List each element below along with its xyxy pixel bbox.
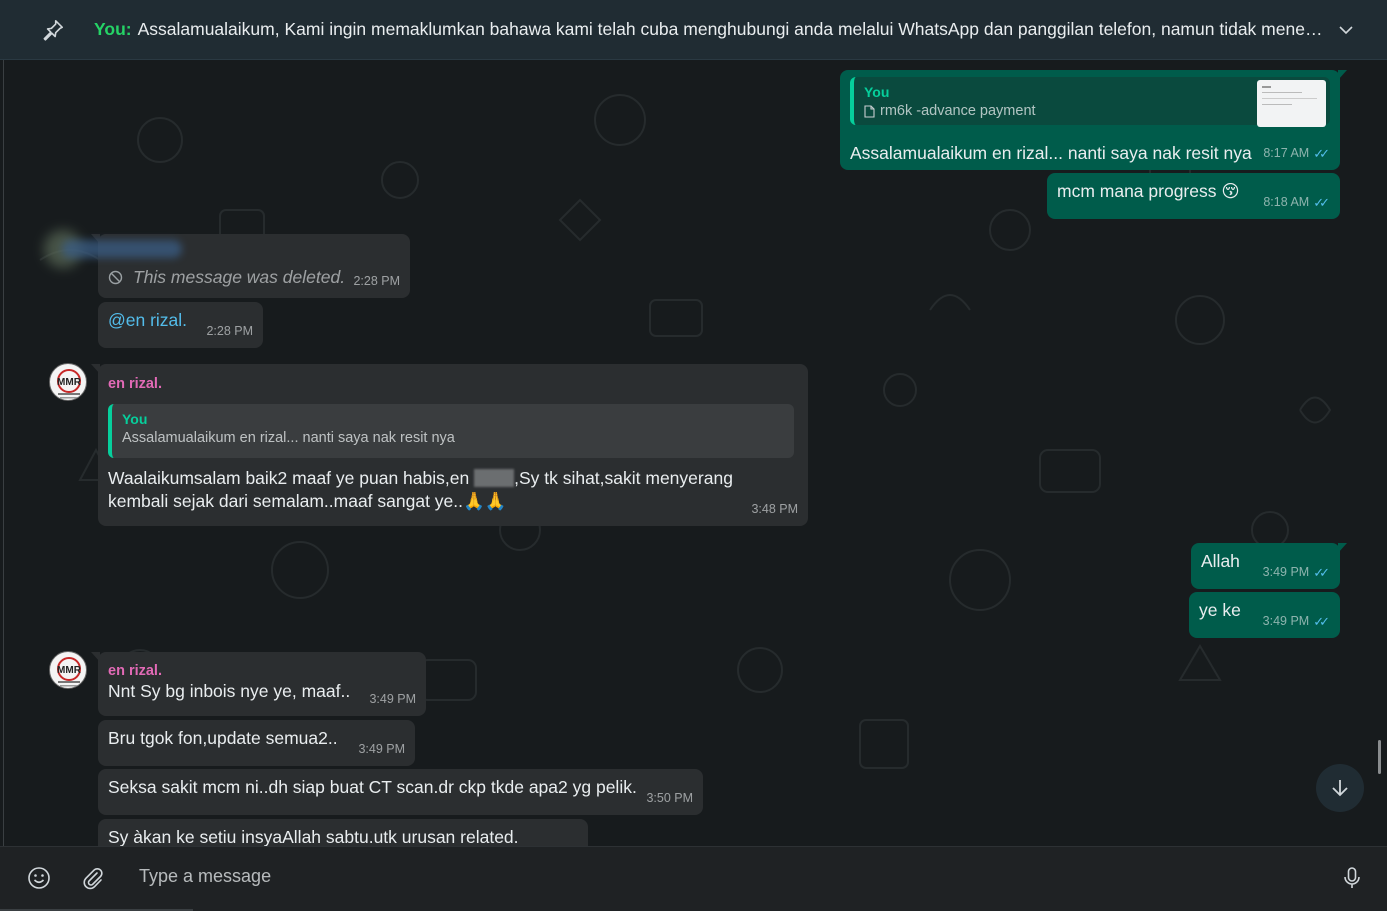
message-text: Waalaikumsalam baik2 maaf ye puan habis,… — [108, 467, 798, 513]
chevron-down-icon[interactable] — [1336, 20, 1356, 40]
message-outgoing[interactable]: mcm mana progress 😚 8:18 AM ✓✓ — [1047, 173, 1340, 219]
bubble-tail — [91, 652, 100, 662]
deleted-row: This message was deleted. — [108, 266, 345, 289]
blocked-icon — [108, 270, 123, 285]
message-composer: Type a message — [0, 846, 1387, 911]
message-time: 2:28 PM — [206, 324, 253, 338]
message-time: 3:50 PM — [646, 791, 693, 805]
quoted-text: Assalamualaikum en rizal... nanti saya n… — [122, 430, 455, 446]
message-meta: 3:50 PM — [646, 787, 693, 810]
message-meta: 3:49 PM — [369, 688, 416, 711]
message-text: Assalamualaikum en rizal... nanti saya n… — [850, 143, 1252, 163]
message-outgoing[interactable]: You rm6k -advance payment Assalamualaiku… — [840, 70, 1347, 170]
sender-name[interactable]: en rizal. — [108, 375, 162, 393]
message-list[interactable]: You rm6k -advance payment Assalamualaiku… — [0, 60, 1387, 846]
message-incoming[interactable]: Seksa sakit mcm ni..dh siap buat CT scan… — [98, 769, 703, 815]
message-time: 3:49 PM — [369, 692, 416, 706]
message-incoming[interactable]: Bru tgok fon,update semua2.. 3:49 PM — [98, 720, 415, 766]
pinned-message-bar[interactable]: You: Assalamualaikum, Kami ingin memaklum… — [0, 0, 1387, 60]
message-incoming[interactable]: Sy àkan ke setiu insyaAllah sabtu.utk ur… — [98, 819, 588, 846]
sender-name-redacted — [62, 240, 182, 258]
avatar[interactable]: MMR — [49, 651, 87, 689]
pinned-sender: You: — [94, 19, 132, 39]
document-thumbnail — [1257, 80, 1326, 127]
avatar[interactable]: MMR — [49, 363, 87, 401]
double-check-icon: ✓✓ — [1313, 195, 1330, 210]
mic-icon[interactable] — [1339, 865, 1365, 891]
message-time: 3:49 PM — [1262, 565, 1310, 579]
quoted-message[interactable]: You Assalamualaikum en rizal... nanti sa… — [108, 404, 794, 458]
message-incoming[interactable]: @en rizal. 2:28 PM — [98, 302, 263, 348]
bubble-tail — [1338, 543, 1347, 553]
message-meta: 3:48 PM — [751, 498, 798, 521]
sender-name[interactable]: en rizal. — [108, 662, 162, 680]
bubble-tail — [91, 364, 100, 374]
message-text: Seksa sakit mcm ni..dh siap buat CT scan… — [108, 777, 637, 797]
message-time: 8:17 AM — [1263, 146, 1310, 160]
redacted-name — [474, 469, 515, 487]
quoted-document: rm6k -advance payment — [864, 102, 1240, 121]
avatar-logo-text: MMR — [57, 377, 82, 388]
message-input[interactable]: Type a message — [139, 866, 271, 887]
message-time: 3:49 PM — [1262, 614, 1310, 628]
deleted-message-text: This message was deleted. — [133, 267, 346, 287]
message-text-part: Waalaikumsalam baik2 maaf ye puan habis,… — [108, 468, 475, 488]
message-meta: 3:49 PM — [358, 738, 405, 761]
scroll-to-bottom-button[interactable] — [1316, 764, 1364, 812]
double-check-icon: ✓✓ — [1313, 614, 1330, 629]
quoted-sender: You — [864, 84, 890, 100]
message-text: Sy àkan ke setiu insyaAllah sabtu.utk ur… — [108, 827, 519, 846]
message-meta: 3:49 PM ✓✓ — [1263, 561, 1330, 584]
message-time: 8:18 AM — [1263, 195, 1310, 209]
quoted-document-name: rm6k -advance payment — [880, 103, 1036, 119]
pin-icon[interactable] — [40, 17, 66, 43]
arrow-down-icon — [1332, 780, 1348, 797]
quoted-message[interactable]: You rm6k -advance payment — [850, 77, 1330, 127]
message-meta: 2:28 PM — [206, 320, 253, 343]
message-time: 3:48 PM — [751, 502, 798, 516]
message-incoming[interactable]: en rizal. Nnt Sy bg inbois nye ye, maaf.… — [91, 652, 426, 716]
pinned-message-text[interactable]: You: Assalamualaikum, Kami ingin memaklum… — [94, 19, 1324, 40]
double-check-icon: ✓✓ — [1313, 565, 1330, 580]
scrollbar-thumb[interactable] — [1378, 740, 1381, 774]
quoted-sender: You — [122, 411, 148, 427]
message-incoming[interactable]: en rizal. You Assalamualaikum en rizal..… — [91, 364, 808, 526]
message-text: Nnt Sy bg inbois nye ye, maaf.. — [108, 681, 351, 701]
message-meta: 8:18 AM ✓✓ — [1263, 191, 1330, 214]
message-meta: 2:28 PM — [353, 270, 400, 293]
message-time: 2:28 PM — [353, 274, 400, 288]
message-meta: 8:17 AM ✓✓ — [1263, 142, 1330, 165]
message-outgoing[interactable]: Allah 3:49 PM ✓✓ — [1191, 543, 1347, 589]
document-icon — [864, 105, 875, 118]
message-meta: 3:49 PM ✓✓ — [1263, 610, 1330, 633]
whatsapp-window: You: Assalamualaikum, Kami ingin memaklum… — [0, 0, 1387, 911]
avatar-logo-text: MMR — [57, 665, 82, 676]
pane-divider — [3, 60, 4, 846]
attach-icon[interactable] — [80, 865, 106, 891]
message-time: 3:49 PM — [358, 742, 405, 756]
message-outgoing[interactable]: ye ke 3:49 PM ✓✓ — [1189, 592, 1340, 638]
emoji-icon[interactable] — [26, 865, 52, 891]
pinned-preview: Assalamualaikum, Kami ingin memaklumkan … — [137, 19, 1324, 39]
bubble-tail — [1338, 70, 1347, 80]
double-check-icon: ✓✓ — [1313, 146, 1330, 161]
